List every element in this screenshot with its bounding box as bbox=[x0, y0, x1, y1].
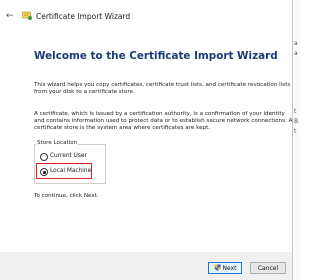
certificate-description-paragraph: A certificate, which is issued by a cert… bbox=[34, 111, 293, 132]
back-arrow-icon[interactable]: ← bbox=[6, 12, 14, 21]
current-user-label[interactable]: Current User bbox=[50, 153, 87, 159]
page-heading: Welcome to the Certificate Import Wizard bbox=[34, 50, 278, 62]
uac-shield-icon bbox=[213, 264, 221, 271]
background-text-fragment: t bbox=[294, 128, 297, 135]
title-bar: ← Certificate Import Wizard bbox=[0, 0, 292, 34]
background-window-edge: a a t B t bbox=[293, 0, 300, 280]
background-text-fragment: a bbox=[294, 50, 298, 57]
background-text-fragment: t bbox=[294, 108, 297, 115]
certificate-icon bbox=[22, 11, 32, 20]
background-text-fragment: a bbox=[294, 40, 298, 47]
certificate-import-wizard-window: ← Certificate Import Wizard Welcome to t… bbox=[0, 0, 293, 280]
continue-instruction: To continue, click Next. bbox=[34, 193, 99, 199]
window-title: Certificate Import Wizard bbox=[36, 12, 131, 21]
current-user-radio[interactable] bbox=[40, 153, 48, 161]
local-machine-highlight-box bbox=[36, 163, 92, 179]
cancel-button[interactable]: Cancel bbox=[250, 262, 286, 274]
background-text-fragment: B bbox=[294, 118, 299, 125]
next-button-label: Next bbox=[222, 265, 237, 272]
intro-paragraph: This wizard helps you copy certificates,… bbox=[34, 82, 291, 96]
store-location-legend: Store Location bbox=[36, 140, 79, 146]
wizard-footer: Next Cancel bbox=[0, 252, 292, 280]
next-button[interactable]: Next bbox=[208, 262, 242, 274]
